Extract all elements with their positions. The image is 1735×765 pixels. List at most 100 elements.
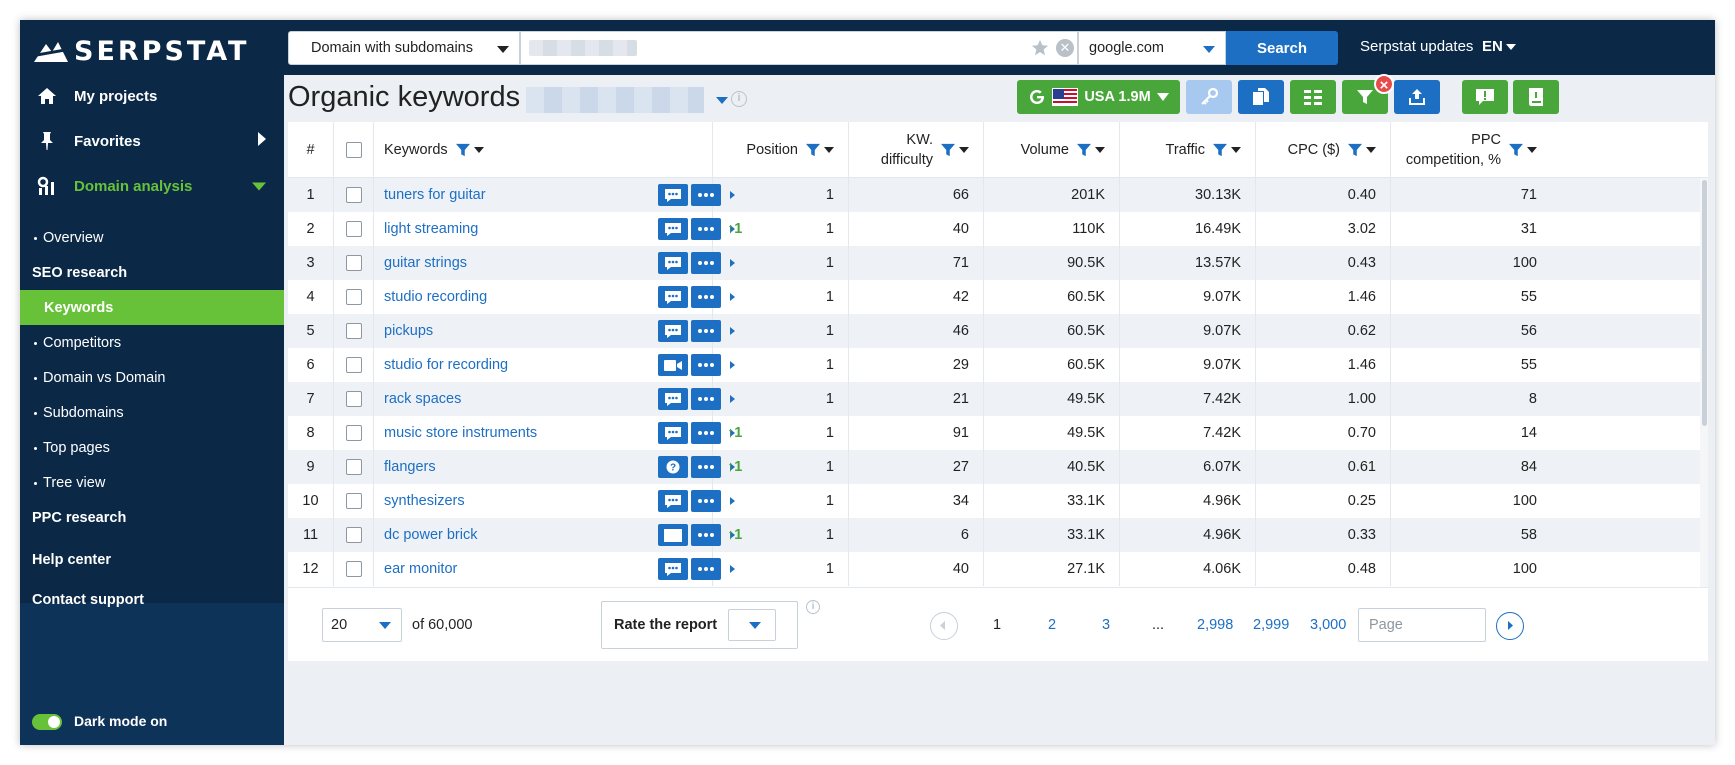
filter-icon[interactable] [1348,143,1362,157]
scrollbar-thumb[interactable] [1702,180,1707,426]
keyword-link[interactable]: music store instruments [384,425,537,441]
language-select[interactable]: EN [1482,38,1516,55]
select-all-checkbox[interactable] [345,142,362,158]
row-checkbox[interactable] [345,357,362,373]
filter-icon[interactable] [806,143,820,157]
sidebar-subitem-competitors[interactable]: Competitors [20,325,284,361]
info-icon[interactable]: i [731,91,747,107]
serp-features-icon[interactable] [658,320,688,342]
filter-icon[interactable] [455,143,470,157]
sidebar-item-favorites[interactable]: Favorites [20,119,284,163]
sidebar-subitem-top-pages[interactable]: Top pages [20,430,284,466]
keyword-link[interactable]: studio recording [384,289,487,305]
copy-button[interactable] [1238,80,1284,114]
col-ppc-competition[interactable]: PPC competition, % [1391,122,1561,178]
clear-filter-icon[interactable]: × [1374,74,1394,94]
row-checkbox[interactable] [345,187,362,203]
row-checkbox[interactable] [345,561,362,577]
filter-icon[interactable] [1077,143,1091,157]
sidebar-subitem-overview[interactable]: Overview [20,220,284,256]
serp-features-icon[interactable] [658,286,688,308]
page-link[interactable]: 2 [1048,617,1056,633]
row-checkbox[interactable] [345,527,362,543]
rate-report-select[interactable] [728,609,776,641]
page-link[interactable]: 3,000 [1310,617,1346,633]
page-link[interactable]: 2,998 [1197,617,1233,633]
row-checkbox[interactable] [345,255,362,271]
clear-icon[interactable]: ✕ [1056,39,1074,57]
table-scrollbar[interactable] [1700,178,1708,587]
prev-page-button[interactable] [930,612,958,640]
contact-support-link[interactable]: Contact support [32,592,144,608]
keyword-link[interactable]: tuners for guitar [384,187,486,203]
star-icon[interactable] [1031,39,1049,57]
sidebar-item-my-projects[interactable]: My projects [20,74,284,118]
keyword-link[interactable]: pickups [384,323,433,339]
serpstat-logo[interactable]: SERPSTAT [32,36,249,67]
filter-icon[interactable] [1213,143,1227,157]
row-checkbox[interactable] [345,425,362,441]
help-center-link[interactable]: Help center [32,552,111,568]
columns-button[interactable] [1290,80,1336,114]
chevron-down-icon[interactable] [716,97,728,104]
search-button[interactable]: Search [1226,31,1338,65]
keyword-link[interactable]: synthesizers [384,493,465,509]
keyword-link[interactable]: light streaming [384,221,478,237]
page-link[interactable]: 2,999 [1253,617,1289,633]
sidebar-subitem-subdomains[interactable]: Subdomains [20,395,284,431]
sort-caret-icon[interactable] [1231,147,1241,153]
page-number-input[interactable] [1358,608,1486,642]
sort-caret-icon[interactable] [959,147,969,153]
keyword-link[interactable]: flangers [384,459,436,475]
dark-mode-toggle[interactable] [32,714,62,730]
export-button[interactable] [1394,80,1440,114]
serp-features-icon[interactable] [658,388,688,410]
serp-features-icon[interactable] [658,252,688,274]
sidebar-section-ppc-research[interactable]: PPC research [20,500,284,536]
region-select-button[interactable]: USA 1.9M [1017,80,1180,114]
serp-features-icon[interactable] [658,490,688,512]
serpstat-updates-link[interactable]: Serpstat updates [1360,38,1473,55]
keyword-link[interactable]: guitar strings [384,255,467,271]
sidebar-subitem-keywords[interactable]: Keywords [20,290,284,325]
filter-icon[interactable] [1509,143,1523,157]
col-traffic[interactable]: Traffic [1120,122,1256,178]
question-icon[interactable]: ? [658,456,688,478]
search-engine-select[interactable]: google.com [1078,31,1226,65]
row-checkbox[interactable] [345,459,362,475]
info-icon[interactable]: i [806,600,820,614]
rows-per-page-select[interactable]: 20 [322,608,402,642]
feedback-button[interactable] [1462,80,1508,114]
next-page-button[interactable] [1496,612,1524,640]
help-book-button[interactable] [1513,80,1559,114]
blank-feature-icon[interactable] [658,524,688,546]
row-checkbox[interactable] [345,289,362,305]
keyword-link[interactable]: dc power brick [384,527,477,543]
col-position[interactable]: Position [713,122,849,178]
domain-search-input[interactable]: ✕ [520,31,1078,65]
sidebar-subitem-tree-view[interactable]: Tree view [20,465,284,501]
key-button[interactable] [1186,80,1232,114]
col-keywords[interactable]: Keywords [374,122,713,178]
keyword-link[interactable]: ear monitor [384,561,457,577]
sidebar-item-domain-analysis[interactable]: Domain analysis [20,164,284,208]
col-kw-difficulty[interactable]: KW. difficulty [849,122,984,178]
sort-caret-icon[interactable] [473,147,484,153]
row-checkbox[interactable] [345,323,362,339]
keyword-link[interactable]: rack spaces [384,391,461,407]
serp-features-icon[interactable] [658,184,688,206]
sort-caret-icon[interactable] [1095,147,1105,153]
page-link[interactable]: 3 [1102,617,1110,633]
page-link-current[interactable]: 1 [993,617,1001,633]
row-checkbox[interactable] [345,493,362,509]
serp-features-icon[interactable] [658,218,688,240]
sidebar-section-seo-research[interactable]: SEO research [20,255,284,291]
filter-icon[interactable] [941,143,955,157]
row-checkbox[interactable] [345,221,362,237]
row-checkbox[interactable] [345,391,362,407]
serp-features-icon[interactable] [658,558,688,580]
video-icon[interactable] [658,354,688,376]
col-volume[interactable]: Volume [984,122,1120,178]
serp-features-icon[interactable] [658,422,688,444]
sidebar-subitem-domain-vs-domain[interactable]: Domain vs Domain [20,360,284,396]
